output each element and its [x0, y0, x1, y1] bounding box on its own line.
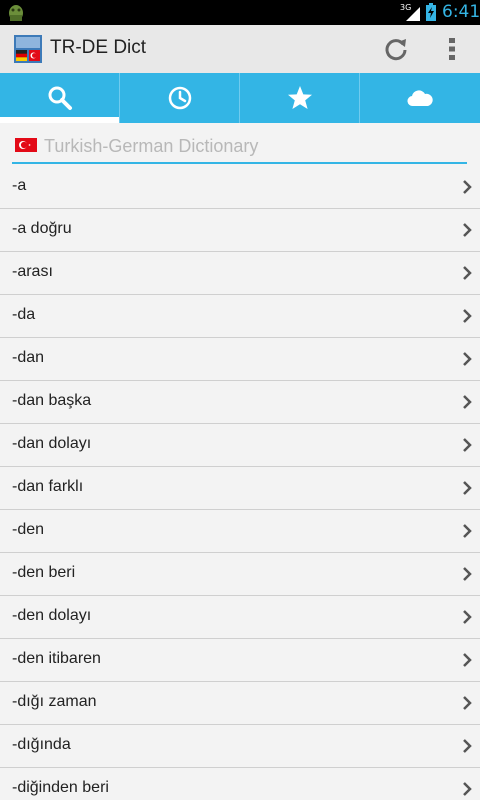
list-item[interactable]: -a: [0, 166, 480, 209]
list-item[interactable]: -den itibaren: [0, 639, 480, 682]
list-item[interactable]: -dan başka: [0, 381, 480, 424]
chevron-right-icon: [463, 696, 472, 710]
search-icon: [48, 86, 72, 110]
signal-3g-icon: 3G: [400, 3, 420, 21]
cloud-icon: [407, 90, 433, 107]
list-item-label: -den: [12, 521, 45, 538]
svg-text:3G: 3G: [400, 3, 411, 12]
star-icon: [287, 86, 312, 109]
list-item-label: -dan farklı: [12, 478, 84, 495]
chevron-right-icon: [463, 266, 472, 280]
list-item-label: -da: [12, 306, 36, 323]
chevron-right-icon: [463, 524, 472, 538]
chevron-right-icon: [463, 653, 472, 667]
list-item[interactable]: -a doğru: [0, 209, 480, 252]
turkey-flag-icon: [15, 138, 37, 152]
search-input[interactable]: [44, 134, 454, 158]
list-item[interactable]: -diğinden beri: [0, 768, 480, 800]
list-item-label: -dığı zaman: [12, 693, 97, 710]
list-item[interactable]: -den: [0, 510, 480, 553]
list-item-label: -a doğru: [12, 220, 72, 237]
list-item-label: -dan başka: [12, 392, 92, 409]
android-notification-icon: [9, 5, 23, 21]
chevron-right-icon: [463, 223, 472, 237]
list-item[interactable]: -dığında: [0, 725, 480, 768]
overflow-menu-button[interactable]: [428, 25, 476, 73]
action-bar: TR-DE Dict: [0, 25, 480, 73]
list-item[interactable]: -dığı zaman: [0, 682, 480, 725]
list-item-label: -dığında: [12, 736, 71, 753]
battery-charging-icon: [426, 3, 436, 21]
word-list: -a -a doğru -arası -da -dan -dan başka -dan do…: [0, 166, 480, 800]
tab-cloud[interactable]: [360, 73, 480, 123]
list-item-label: -den dolayı: [12, 607, 92, 624]
chevron-right-icon: [463, 438, 472, 452]
list-item[interactable]: -arası: [0, 252, 480, 295]
refresh-icon: [385, 39, 407, 61]
list-item[interactable]: -da: [0, 295, 480, 338]
list-item[interactable]: -den dolayı: [0, 596, 480, 639]
list-item[interactable]: -den beri: [0, 553, 480, 596]
list-item-label: -arası: [12, 263, 53, 280]
status-bar: 3G 6:41: [0, 0, 480, 25]
chevron-right-icon: [463, 567, 472, 581]
tab-bar: [0, 73, 480, 123]
chevron-right-icon: [463, 395, 472, 409]
chevron-right-icon: [463, 739, 472, 753]
chevron-right-icon: [463, 180, 472, 194]
list-item-label: -dan dolayı: [12, 435, 92, 452]
selected-tab-indicator: [0, 117, 119, 123]
status-time: 6:41: [442, 2, 480, 22]
list-item[interactable]: -dan: [0, 338, 480, 381]
tab-favorites[interactable]: [240, 73, 359, 123]
clock-icon: [168, 86, 191, 110]
list-item-label: -den beri: [12, 564, 76, 581]
chevron-right-icon: [463, 309, 472, 323]
list-item-label: -a: [12, 177, 27, 194]
refresh-button[interactable]: [372, 25, 420, 73]
overflow-menu-icon: [449, 38, 455, 60]
tab-history[interactable]: [120, 73, 239, 123]
list-item[interactable]: -dan dolayı: [0, 424, 480, 467]
chevron-right-icon: [463, 782, 472, 796]
app-icon: [14, 35, 42, 63]
list-item-label: -diğinden beri: [12, 779, 109, 796]
chevron-right-icon: [463, 352, 472, 366]
tab-search[interactable]: [0, 73, 119, 123]
app-title: TR-DE Dict: [50, 37, 147, 58]
chevron-right-icon: [463, 610, 472, 624]
list-item[interactable]: -dan farklı: [0, 467, 480, 510]
list-item-label: -den itibaren: [12, 650, 101, 667]
chevron-right-icon: [463, 481, 472, 495]
search-field: [12, 132, 467, 164]
list-item-label: -dan: [12, 349, 45, 366]
